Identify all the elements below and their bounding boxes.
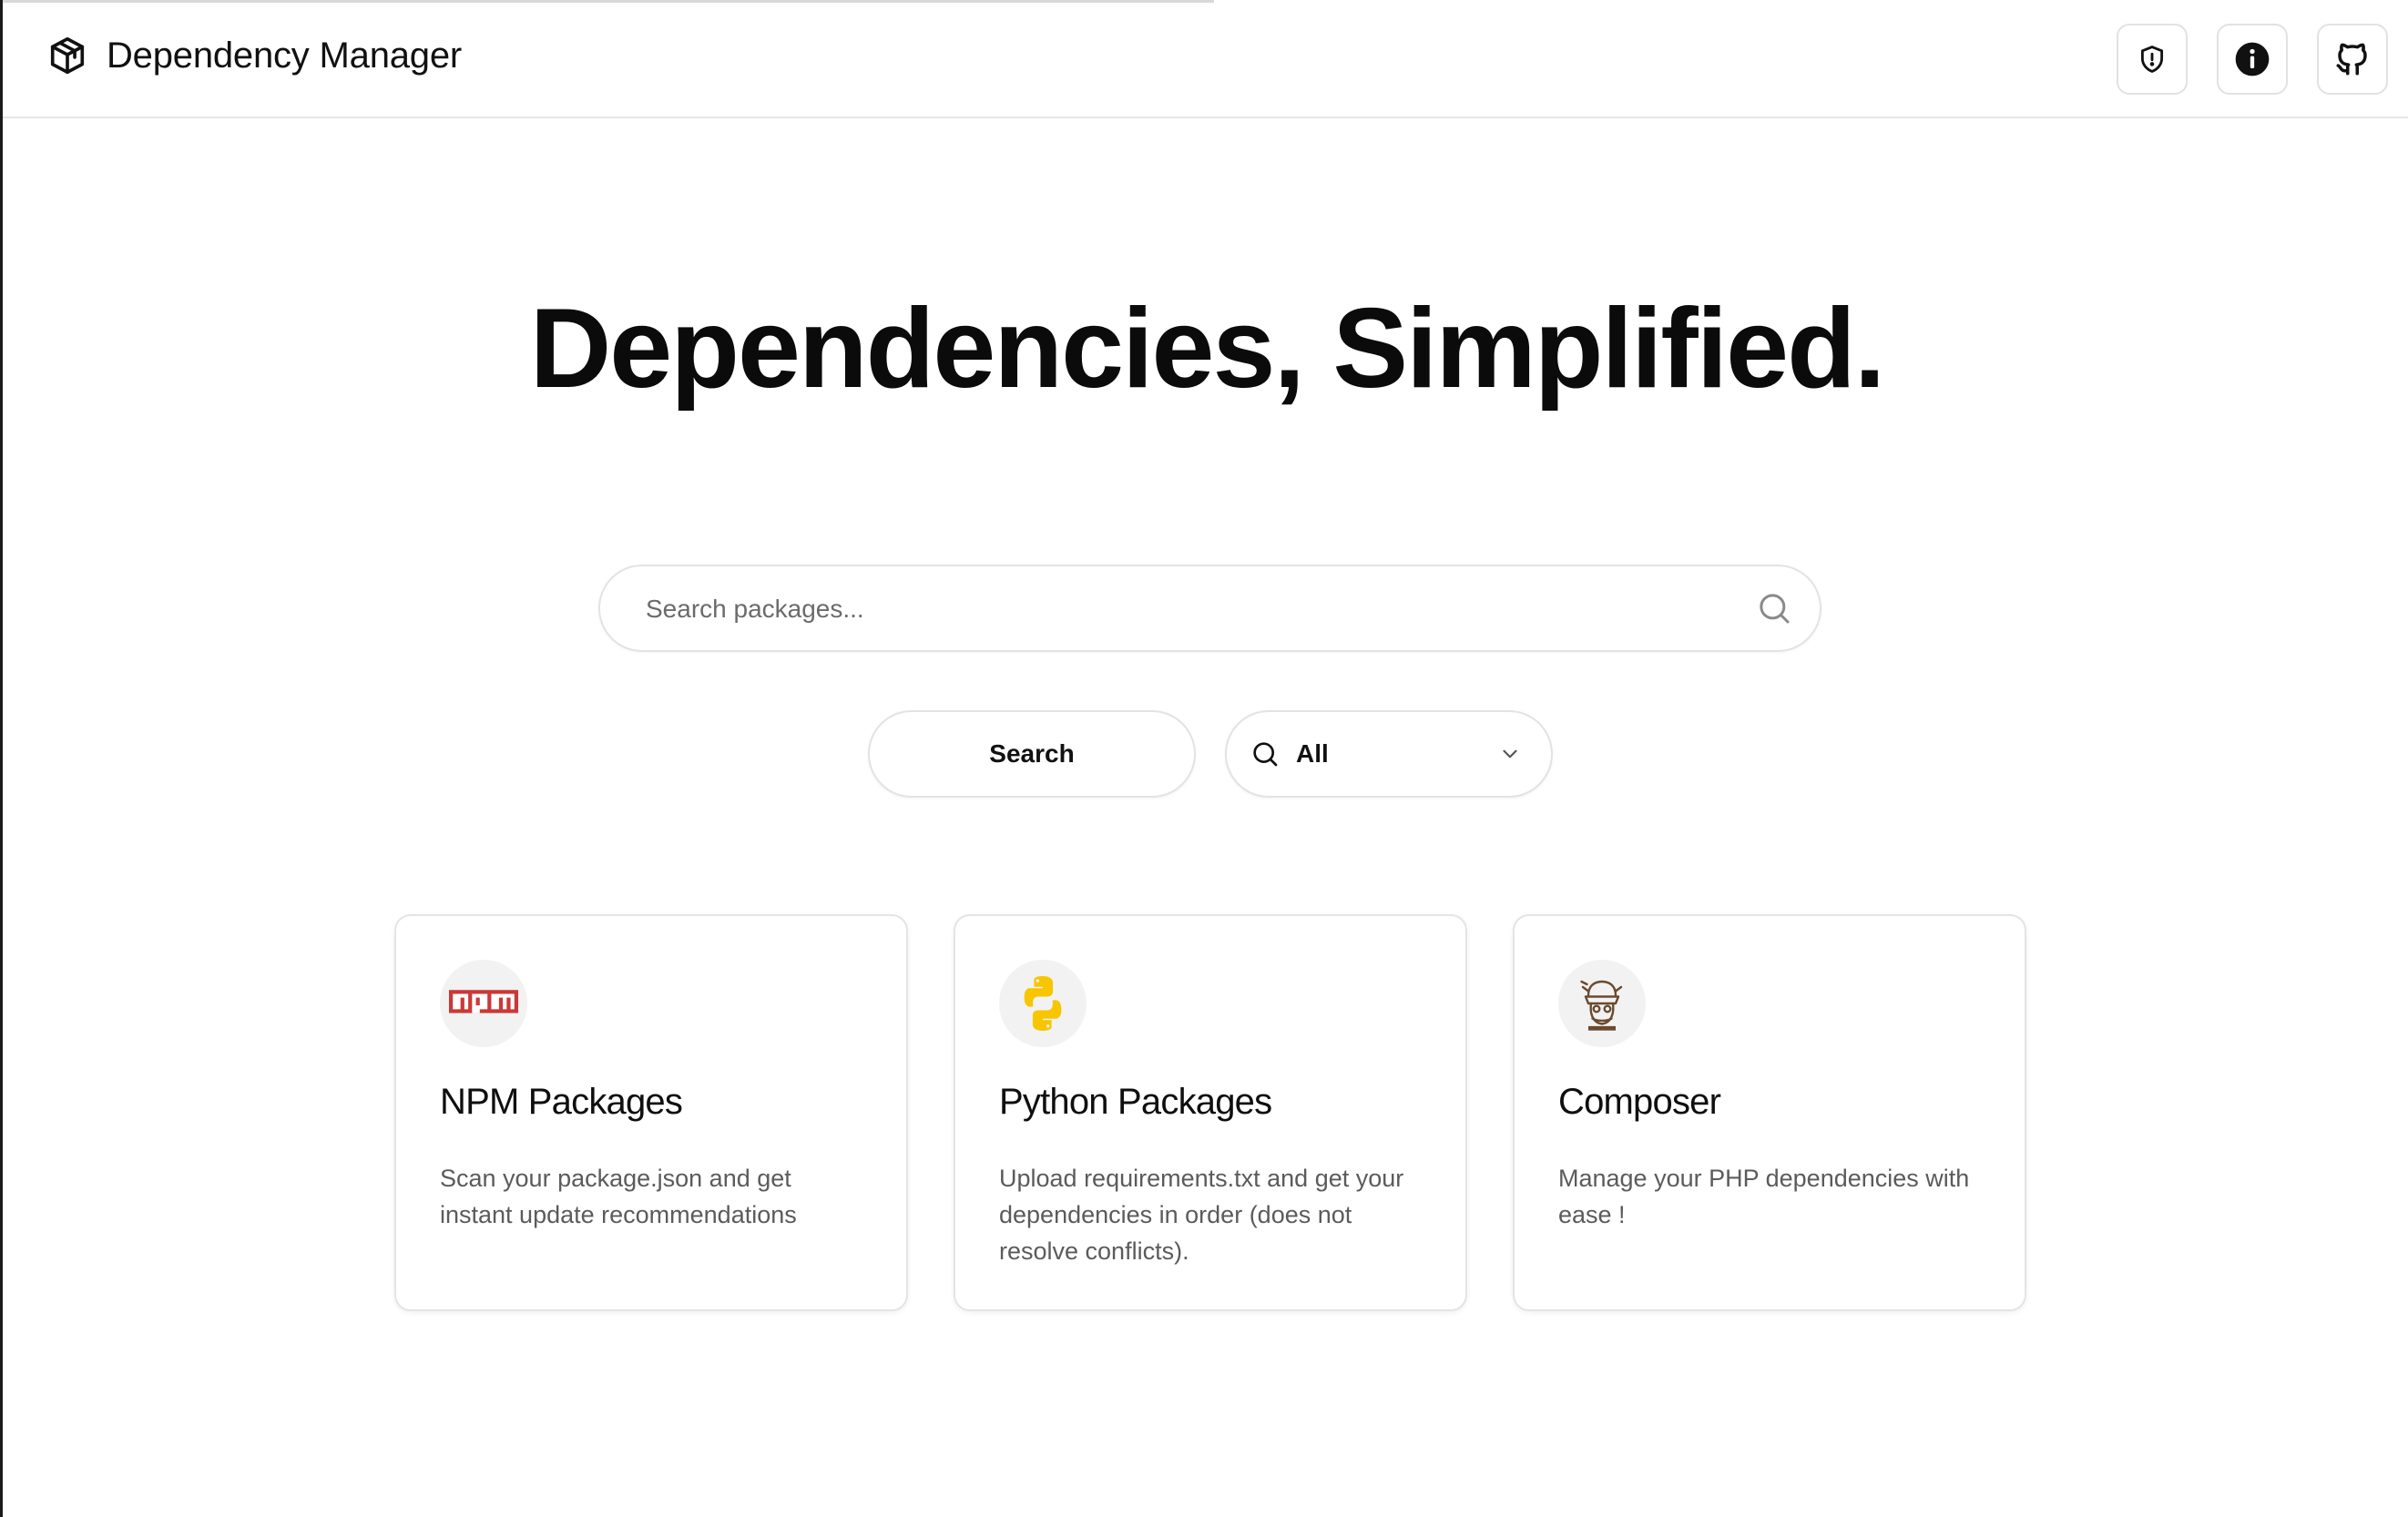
search-bar xyxy=(598,565,1821,652)
npm-logo-icon xyxy=(440,960,527,1047)
app-title: Dependency Manager xyxy=(107,35,462,76)
card-composer[interactable]: Composer Manage your PHP dependencies wi… xyxy=(1513,914,2026,1311)
search-input[interactable] xyxy=(644,566,1722,652)
shield-alert-icon xyxy=(2140,46,2164,73)
search-icon[interactable] xyxy=(1756,590,1792,626)
hero-title: Dependencies, Simplified. xyxy=(529,286,1886,412)
card-description: Manage your PHP dependencies with ease ! xyxy=(1558,1165,1970,1228)
header-actions xyxy=(2117,24,2388,95)
info-button[interactable] xyxy=(2217,24,2288,95)
card-python[interactable]: Python Packages Upload requirements.txt … xyxy=(954,914,1467,1311)
card-title: Python Packages xyxy=(999,1082,1272,1122)
composer-logo-icon xyxy=(1558,960,1646,1047)
chevron-down-icon xyxy=(1498,742,1522,766)
security-button[interactable] xyxy=(2117,24,2188,95)
card-title: NPM Packages xyxy=(440,1082,683,1122)
github-icon xyxy=(2336,43,2367,76)
card-description: Scan your package.json and get instant u… xyxy=(440,1165,797,1228)
python-logo-icon xyxy=(999,960,1087,1047)
card-npm[interactable]: NPM Packages Scan your package.json and … xyxy=(394,914,908,1311)
card-description: Upload requirements.txt and get your dep… xyxy=(999,1165,1404,1265)
package-cards: NPM Packages Scan your package.json and … xyxy=(394,914,2026,1311)
github-button[interactable] xyxy=(2317,24,2388,95)
filter-search-icon xyxy=(1250,739,1280,769)
info-icon xyxy=(2235,42,2270,76)
brand[interactable]: Dependency Manager xyxy=(46,35,462,76)
package-box-icon xyxy=(50,36,85,75)
app-header: Dependency Manager xyxy=(3,0,2408,118)
package-type-select[interactable]: All xyxy=(1225,710,1553,798)
search-button[interactable]: Search xyxy=(868,710,1196,798)
card-title: Composer xyxy=(1558,1082,1721,1122)
select-value: All xyxy=(1296,739,1329,768)
